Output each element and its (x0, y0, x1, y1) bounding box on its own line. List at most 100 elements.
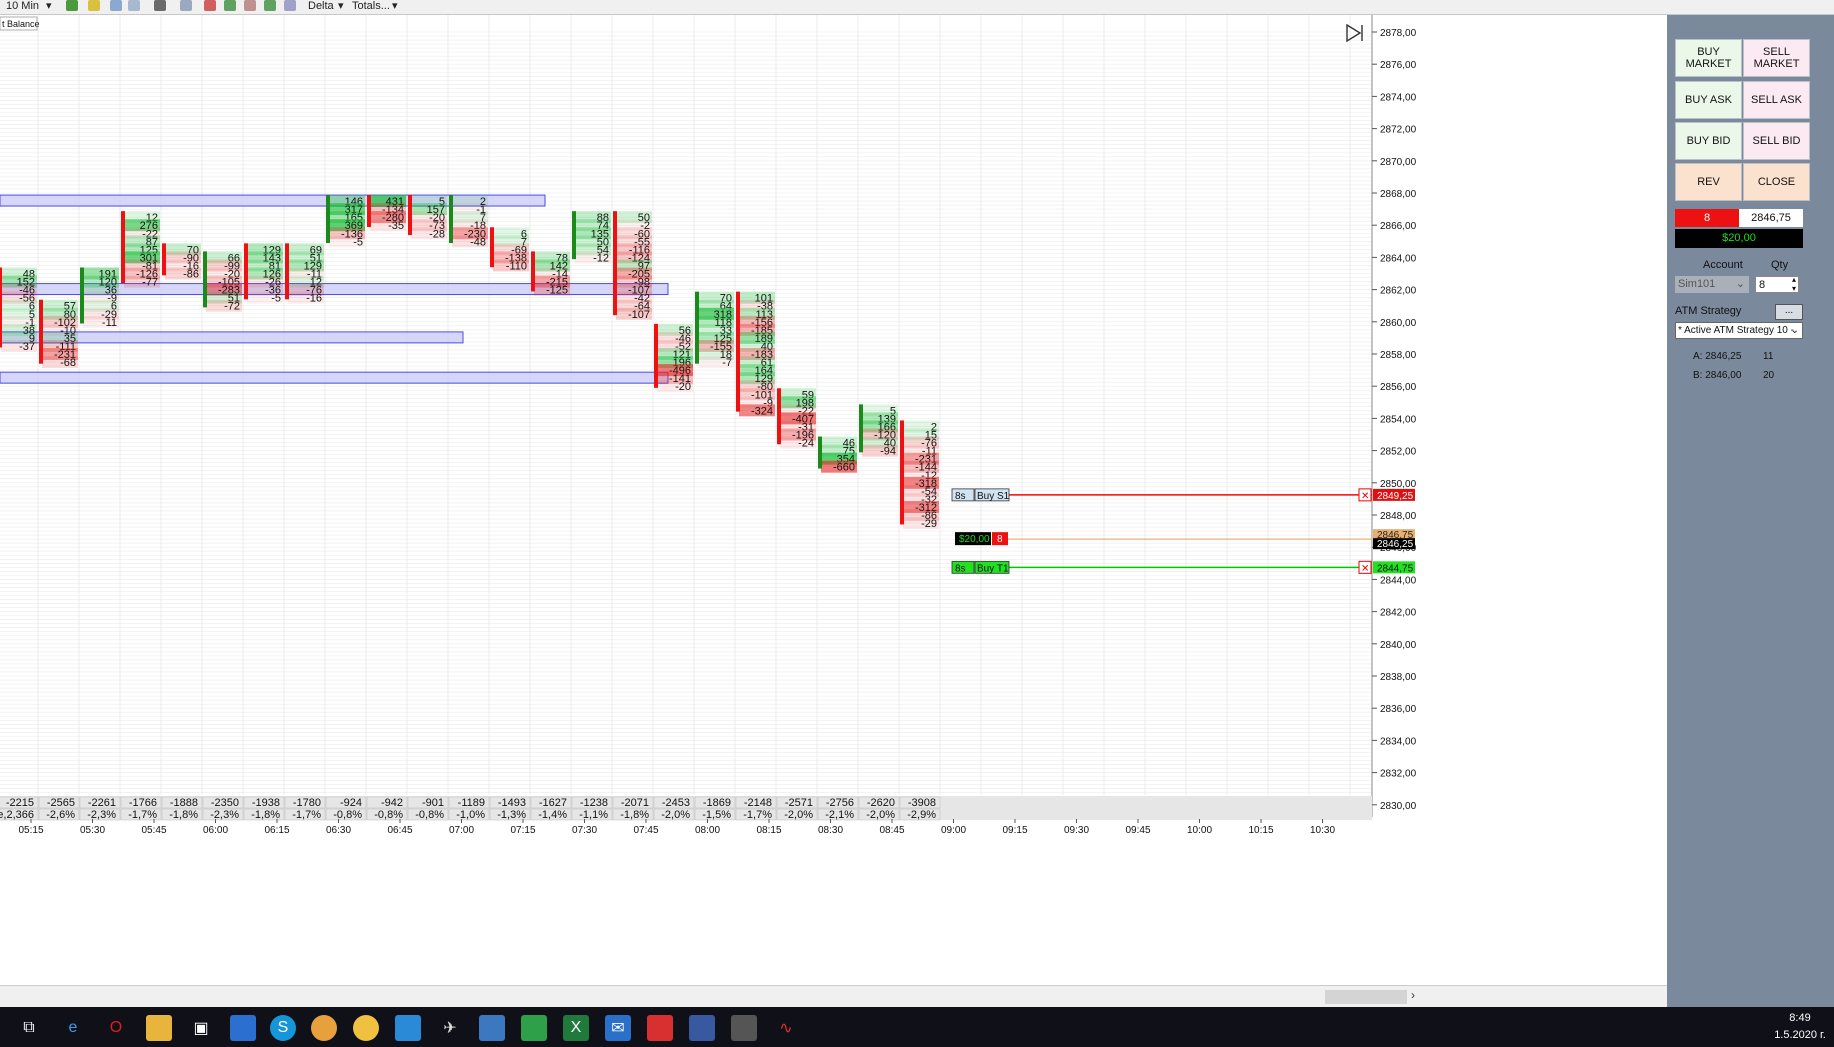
footprint-value: -72 (224, 301, 240, 313)
indicators-icon[interactable] (224, 0, 236, 11)
task-view-icon[interactable]: ⧉ (16, 1015, 42, 1041)
candle-body (736, 291, 740, 412)
time-label: 08:45 (879, 825, 904, 836)
price-label: 2864,00 (1380, 253, 1417, 264)
chart-trader-panel: BUY MARKET SELL MARKET BUY ASK SELL ASK … (1667, 15, 1834, 1007)
qty-input[interactable]: 8 ▴ ▾ (1755, 275, 1799, 293)
strategies-icon[interactable] (244, 0, 256, 11)
sell-market-button[interactable]: SELL MARKET (1743, 39, 1810, 77)
price-label: 2852,00 (1380, 447, 1417, 458)
candle-body (613, 211, 617, 316)
delta-total: -1780 (293, 797, 321, 809)
ask-size: 11 (1763, 351, 1774, 362)
excel-icon[interactable]: X (563, 1015, 589, 1041)
close-button[interactable]: CLOSE (1743, 163, 1810, 201)
zoom-out-icon[interactable] (128, 0, 140, 11)
position-avg-price: 2846,75 (1739, 209, 1803, 227)
footprint-chart[interactable]: t Balance48152-46-5665-1389-375780-102-1… (0, 15, 1667, 985)
bid-price: B: 2846,00 (1693, 370, 1742, 381)
atm-strategy-label: ATM Strategy (1675, 305, 1742, 317)
horizontal-scrollbar[interactable]: › (0, 985, 1667, 1008)
airplane-icon[interactable]: ✈ (437, 1015, 463, 1041)
app-green-icon[interactable] (521, 1015, 547, 1041)
mail-icon[interactable]: ✉ (605, 1015, 631, 1041)
delta-percent: -1,7% (292, 809, 321, 821)
price-label: 2848,00 (1380, 511, 1417, 522)
candle-body (654, 323, 658, 388)
scroll-thumb[interactable] (1325, 990, 1407, 1004)
footprint-value: -5 (353, 236, 363, 248)
candle-body (0, 267, 2, 348)
store-icon[interactable]: ▣ (188, 1015, 214, 1041)
candle-body (326, 195, 330, 244)
price-label: 2870,00 (1380, 157, 1417, 168)
atm-more-button[interactable]: ... (1775, 304, 1803, 320)
delta-total: -3908 (908, 797, 936, 809)
chart-trader-icon[interactable] (204, 0, 216, 11)
display-dropdown[interactable]: Totals... (352, 0, 390, 12)
buy-market-button[interactable]: BUY MARKET (1675, 39, 1742, 77)
footprint-value: -48 (470, 236, 486, 248)
time-label: 08:00 (695, 825, 720, 836)
calculator-icon[interactable] (731, 1015, 757, 1041)
mode-dropdown[interactable]: Delta (308, 0, 334, 12)
price-label: 2878,00 (1380, 28, 1417, 39)
target-name-label: Buy T1 (977, 563, 1009, 574)
paint-icon[interactable] (353, 1015, 379, 1041)
scroll-right-icon[interactable]: › (1411, 988, 1415, 1002)
footprint-value: -12 (593, 252, 609, 264)
buy-ask-button[interactable]: BUY ASK (1675, 81, 1742, 119)
atm-chevron-icon[interactable]: ⌄ (1791, 323, 1799, 338)
skype-icon[interactable]: S (270, 1015, 296, 1041)
price-label: 2840,00 (1380, 640, 1417, 651)
opera-browser-icon[interactable]: O (103, 1015, 129, 1041)
display-chevron-icon[interactable]: ▾ (392, 0, 398, 12)
account-select[interactable]: Sim101 ⌄ (1675, 276, 1749, 293)
templates-icon[interactable] (264, 0, 276, 11)
price-label: 2872,00 (1380, 125, 1417, 136)
calendar-icon[interactable] (230, 1015, 256, 1041)
teamviewer-icon[interactable] (395, 1015, 421, 1041)
interval-chevron-icon[interactable]: ▾ (46, 0, 52, 12)
draw-tool-icon[interactable] (88, 0, 100, 11)
price-label: 2868,00 (1380, 189, 1417, 200)
time-label: 09:15 (1002, 825, 1027, 836)
price-label: 2860,00 (1380, 318, 1417, 329)
zoom-in-icon[interactable] (110, 0, 122, 11)
candle-body (572, 211, 576, 260)
position-qty: 8 (1675, 209, 1739, 227)
time-label: 10:30 (1310, 825, 1335, 836)
footprint-value: -324 (751, 405, 773, 417)
properties-icon[interactable] (180, 0, 192, 11)
ninjatrader-icon[interactable]: ∿ (773, 1015, 799, 1041)
delta-percent: -2,9% (907, 809, 936, 821)
anydesk-icon[interactable] (647, 1015, 673, 1041)
bar-type-icon[interactable] (66, 0, 78, 11)
save-icon[interactable] (689, 1015, 715, 1041)
qty-stepper-icon[interactable]: ▴ ▾ (1792, 275, 1796, 293)
delta-percent: -2,6% (46, 809, 75, 821)
edge-browser-icon[interactable]: e (60, 1015, 86, 1041)
sell-bid-button[interactable]: SELL BID (1743, 122, 1810, 160)
reverse-button[interactable]: REV (1675, 163, 1742, 201)
candle-body (695, 291, 699, 364)
account-chevron-icon[interactable]: ⌄ (1736, 276, 1745, 293)
footprint-value: -110 (506, 260, 527, 272)
stop-qty-label: 8s (955, 491, 966, 502)
value-area-bar (0, 371, 669, 384)
footprint-value: -86 (183, 269, 199, 281)
price-label: 2844,00 (1380, 575, 1417, 586)
delta-total: -2350 (211, 797, 239, 809)
sell-ask-button[interactable]: SELL ASK (1743, 81, 1810, 119)
chrome-icon[interactable] (311, 1015, 337, 1041)
snapshot-icon[interactable] (284, 0, 296, 11)
delta-percent: -1,4% (538, 809, 567, 821)
crosshair-icon[interactable] (154, 0, 166, 11)
interval-dropdown[interactable]: 10 Min (6, 0, 39, 12)
network-icon[interactable] (479, 1015, 505, 1041)
buy-bid-button[interactable]: BUY BID (1675, 122, 1742, 160)
mode-chevron-icon[interactable]: ▾ (338, 0, 344, 12)
time-label: 06:15 (264, 825, 289, 836)
file-explorer-icon[interactable] (146, 1015, 172, 1041)
atm-strategy-select[interactable]: * Active ATM Strategy 10 - ⌄ (1675, 322, 1803, 339)
